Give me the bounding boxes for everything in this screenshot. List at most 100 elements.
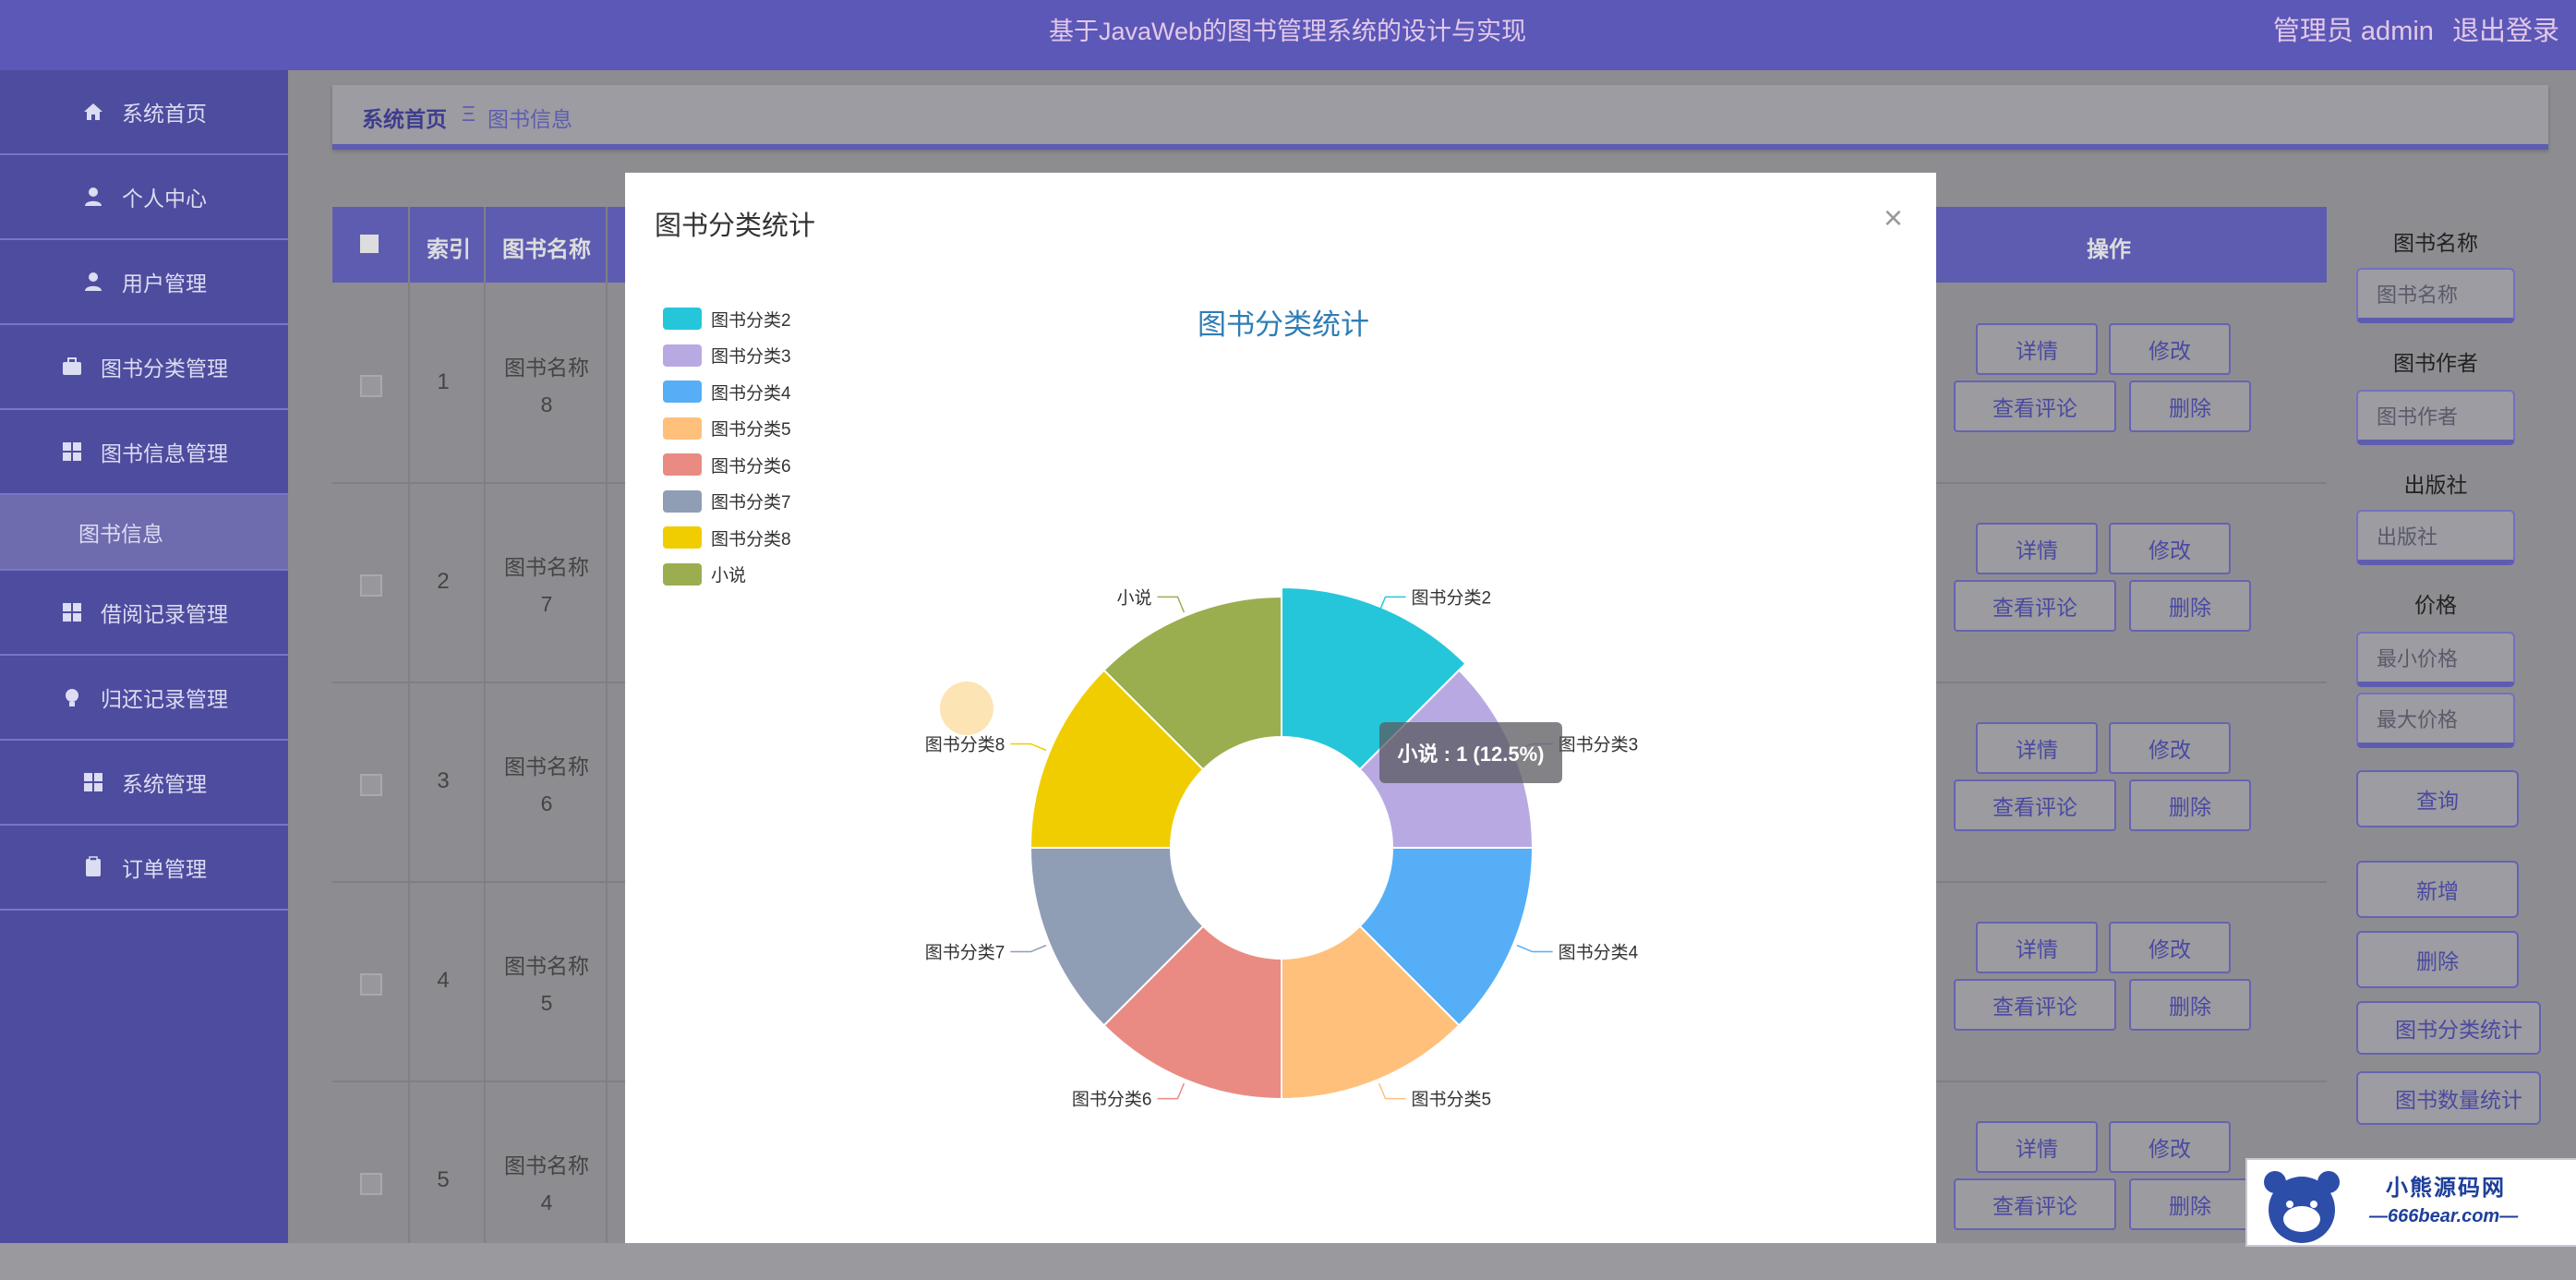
legend-item[interactable]: 图书分类6 [663,451,791,478]
sidebar-item-users[interactable]: 用户管理 [0,240,288,325]
edit-button[interactable]: 修改 [2109,323,2231,375]
breadcrumb-separator: Ξ [462,102,475,126]
row-book-name: 图书名称 8 [504,356,589,417]
sidebar-item-category-manage[interactable]: 图书分类管理 [0,325,288,410]
cursor-highlight [940,682,993,735]
legend-item[interactable]: 图书分类5 [663,415,791,442]
view-comments-button[interactable]: 查看评论 [1954,779,2116,831]
user-icon [81,185,105,209]
legend-label: 图书分类2 [711,310,791,331]
sidebar-item-label: 系统管理 [122,772,207,796]
legend-swatch [663,344,702,367]
legend-item[interactable]: 图书分类4 [663,378,791,405]
close-icon[interactable]: × [1884,199,1903,237]
author-input[interactable]: 图书作者 [2356,390,2515,445]
delete-button[interactable]: 删除 [2129,779,2251,831]
column-operations: 操作 [2087,237,2131,262]
sidebar-item-book-info-manage[interactable]: 图书信息管理 [0,410,288,495]
sidebar-item-label: 用户管理 [122,272,207,296]
legend-swatch [663,526,702,549]
price-label: 价格 [2414,593,2457,617]
detail-button[interactable]: 详情 [1976,922,2098,973]
sidebar-item-profile[interactable]: 个人中心 [0,155,288,240]
delete-button[interactable]: 删除 [2129,1178,2251,1230]
legend-label: 小说 [711,566,747,586]
grid-icon [81,770,105,794]
column-book-name: 图书名称 [502,237,591,262]
sidebar-item-orders[interactable]: 订单管理 [0,826,288,911]
add-button[interactable]: 新增 [2356,861,2519,918]
chart-tooltip: 小说 : 1 (12.5%) [1379,722,1562,783]
edit-button[interactable]: 修改 [2109,523,2231,574]
sidebar-item-return-records[interactable]: 归还记录管理 [0,656,288,741]
row-index: 4 [437,968,450,993]
publisher-input[interactable]: 出版社 [2356,510,2515,565]
home-icon [81,100,105,124]
legend-label: 图书分类8 [711,529,791,549]
detail-button[interactable]: 详情 [1976,722,2098,774]
legend-item[interactable]: 小说 [663,561,746,588]
breadcrumb-home[interactable]: 系统首页 [362,102,447,133]
row-checkbox[interactable] [360,774,382,796]
bear-logo-icon [2264,1171,2340,1243]
detail-button[interactable]: 详情 [1976,523,2098,574]
delete-button[interactable]: 删除 [2129,979,2251,1031]
batch-delete-button[interactable]: 删除 [2356,931,2519,988]
row-checkbox[interactable] [360,574,382,597]
sidebar: 系统首页 个人中心 用户管理 图书分类管理 图书信息管理 图书信息 借阅记录管理… [0,70,288,1243]
row-index: 3 [437,768,450,793]
edit-button[interactable]: 修改 [2109,922,2231,973]
user-area: 管理员 admin 退出登录 [2262,9,2559,48]
legend-item[interactable]: 图书分类3 [663,342,791,369]
count-stats-button[interactable]: 图书数量统计 [2356,1071,2541,1125]
row-checkbox[interactable] [360,375,382,397]
delete-button[interactable]: 删除 [2129,580,2251,632]
logout-link[interactable]: 退出登录 [2452,17,2559,46]
view-comments-button[interactable]: 查看评论 [1954,580,2116,632]
view-comments-button[interactable]: 查看评论 [1954,380,2116,432]
legend-item[interactable]: 图书分类7 [663,488,791,515]
row-checkbox[interactable] [360,1173,382,1195]
select-all-checkbox[interactable] [360,235,379,253]
user-icon [81,270,105,294]
legend-item[interactable]: 图书分类2 [663,305,791,332]
min-price-input[interactable]: 最小价格 [2356,632,2515,687]
edit-button[interactable]: 修改 [2109,1121,2231,1173]
sidebar-item-home[interactable]: 系统首页 [0,70,288,155]
row-book-name: 图书名称 5 [504,954,589,1015]
watermark-logo: 小熊源码网 —666bear.com— [2245,1158,2576,1247]
breadcrumb: 系统首页 Ξ 图书信息 [332,85,2548,150]
legend-item[interactable]: 图书分类8 [663,524,791,551]
row-book-name: 图书名称 6 [504,755,589,815]
edit-button[interactable]: 修改 [2109,722,2231,774]
query-button[interactable]: 查询 [2356,770,2519,827]
column-index: 索引 [427,237,471,262]
detail-button[interactable]: 详情 [1976,1121,2098,1173]
view-comments-button[interactable]: 查看评论 [1954,979,2116,1031]
sidebar-item-system[interactable]: 系统管理 [0,741,288,826]
legend-label: 图书分类5 [711,420,791,440]
sidebar-subitem-book-info[interactable]: 图书信息 [0,495,288,571]
top-bar: 基于JavaWeb的图书管理系统的设计与实现 管理员 admin 退出登录 [0,0,2576,70]
legend-label: 图书分类4 [711,383,791,404]
watermark-url: —666bear.com— [2369,1206,2519,1226]
sidebar-item-label: 借阅记录管理 [101,602,228,626]
row-checkbox[interactable] [360,973,382,996]
sidebar-item-borrow-records[interactable]: 借阅记录管理 [0,571,288,656]
current-user: 管理员 admin [2272,17,2434,46]
book-name-input[interactable]: 图书名称 [2356,268,2515,323]
detail-button[interactable]: 详情 [1976,323,2098,375]
delete-button[interactable]: 删除 [2129,380,2251,432]
max-price-input[interactable]: 最大价格 [2356,693,2515,748]
breadcrumb-current: 图书信息 [488,107,572,131]
view-comments-button[interactable]: 查看评论 [1954,1178,2116,1230]
legend-swatch [663,380,702,403]
category-stats-button[interactable]: 图书分类统计 [2356,1001,2541,1055]
briefcase-icon [60,355,84,379]
sidebar-item-label: 图书信息管理 [101,441,228,465]
watermark-text: 小熊源码网 [2386,1176,2506,1201]
legend-swatch [663,308,702,330]
legend-swatch [663,417,702,440]
sidebar-item-label: 图书分类管理 [101,356,228,380]
sidebar-item-label: 系统首页 [122,102,207,126]
